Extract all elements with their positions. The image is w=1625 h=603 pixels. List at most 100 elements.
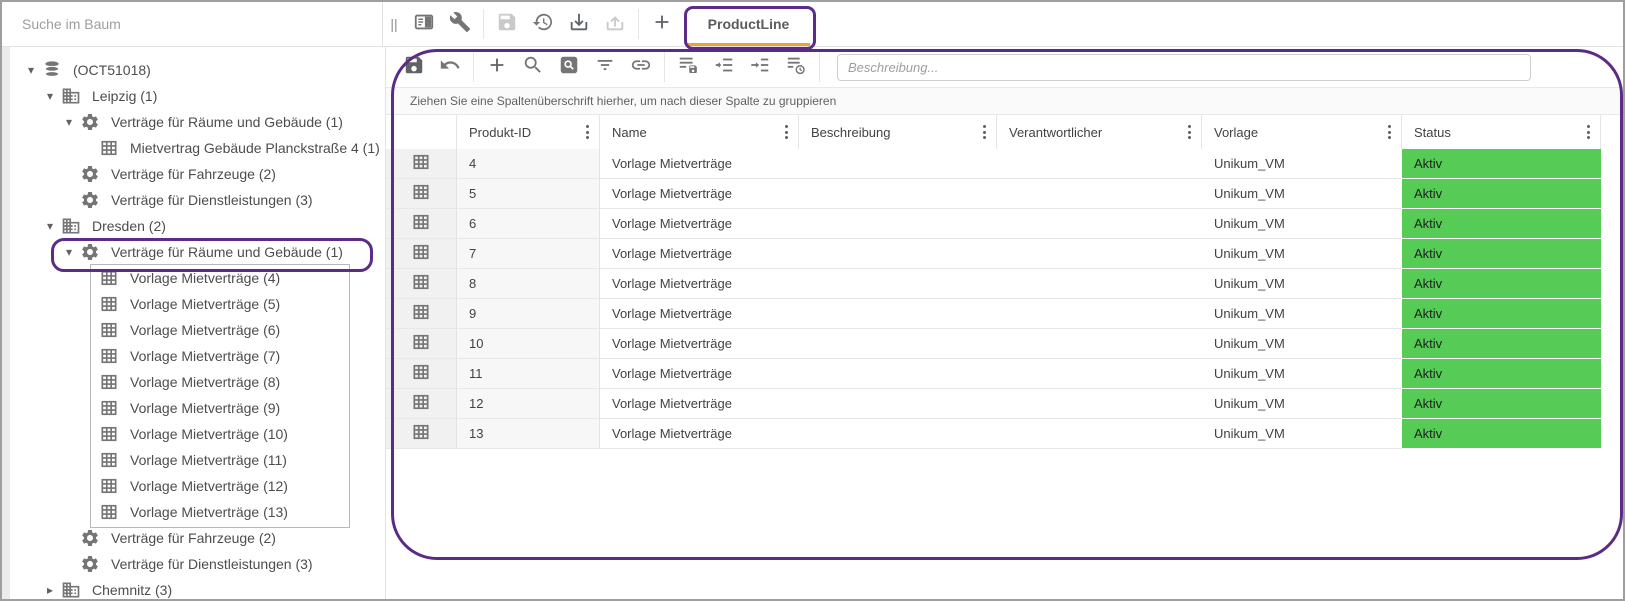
gear-icon: [80, 190, 100, 210]
layout-save-button[interactable]: [670, 49, 706, 85]
tree-node-label: Vorlage Mietverträge (10): [130, 421, 288, 447]
tree-node[interactable]: Verträge für Fahrzeuge (2): [2, 525, 385, 551]
table-row[interactable]: 13Vorlage MietverträgeUnikum_VMAktiv: [386, 419, 1623, 449]
cell-produkt-id: 13: [457, 419, 600, 449]
upload-button[interactable]: [597, 6, 633, 42]
tree-node[interactable]: Vorlage Mietverträge (11): [2, 447, 385, 473]
column-header-label: Name: [612, 125, 647, 140]
tree-search-input[interactable]: [2, 2, 382, 46]
tree-node[interactable]: Vorlage Mietverträge (5): [2, 291, 385, 317]
column-menu-icon[interactable]: [781, 121, 792, 143]
column-header-vorlage[interactable]: Vorlage: [1202, 115, 1402, 149]
column-header-verantwortlicher[interactable]: Verantwortlicher: [997, 115, 1202, 149]
tree-node[interactable]: Vorlage Mietverträge (4): [2, 265, 385, 291]
cell-name: Vorlage Mietverträge: [600, 179, 799, 209]
table-row[interactable]: 5Vorlage MietverträgeUnikum_VMAktiv: [386, 179, 1623, 209]
add-tab-button[interactable]: [644, 6, 680, 42]
toolbar-separator: [664, 52, 665, 82]
tree-node[interactable]: ▾Dresden (2): [2, 213, 385, 239]
form-panel-button[interactable]: [406, 6, 442, 42]
description-filter-input[interactable]: [837, 54, 1531, 81]
column-header-status[interactable]: Status: [1402, 115, 1601, 149]
collapse-columns-button[interactable]: [706, 49, 742, 85]
layout-history-button[interactable]: [778, 49, 814, 85]
save-button[interactable]: [396, 49, 432, 85]
gear-icon: [80, 112, 100, 132]
tree-node[interactable]: Vorlage Mietverträge (10): [2, 421, 385, 447]
undo-button[interactable]: [432, 49, 468, 85]
table-row[interactable]: 9Vorlage MietverträgeUnikum_VMAktiv: [386, 299, 1623, 329]
history-button[interactable]: [525, 6, 561, 42]
table-row[interactable]: 6Vorlage MietverträgeUnikum_VMAktiv: [386, 209, 1623, 239]
save-icon: [403, 54, 425, 81]
splitter-handle[interactable]: ||: [387, 2, 401, 46]
tree-node[interactable]: Mietvertrag Gebäude Planckstraße 4 (1): [2, 135, 385, 161]
wrench-button[interactable]: [442, 6, 478, 42]
cell-name: Vorlage Mietverträge: [600, 389, 799, 419]
group-by-bar[interactable]: Ziehen Sie eine Spaltenüberschrift hierh…: [386, 87, 1623, 115]
group-by-hint: Ziehen Sie eine Spaltenüberschrift hierh…: [410, 94, 836, 108]
tree-node[interactable]: Vorlage Mietverträge (7): [2, 343, 385, 369]
search-button[interactable]: [515, 49, 551, 85]
expand-arrow-icon[interactable]: ▾: [20, 63, 42, 77]
cell-name: Vorlage Mietverträge: [600, 419, 799, 449]
tree-node[interactable]: Vorlage Mietverträge (8): [2, 369, 385, 395]
tree-node-label: (OCT51018): [73, 57, 151, 83]
toolbar-separator: [638, 9, 639, 39]
column-menu-icon[interactable]: [1184, 121, 1195, 143]
building-icon: [61, 216, 81, 236]
tree-node[interactable]: ▾Leipzig (1): [2, 83, 385, 109]
tree-node-label: Vorlage Mietverträge (12): [130, 473, 288, 499]
table-row[interactable]: 7Vorlage MietverträgeUnikum_VMAktiv: [386, 239, 1623, 269]
toolbar-separator: [473, 52, 474, 82]
column-menu-icon[interactable]: [582, 121, 593, 143]
tree-node[interactable]: Vorlage Mietverträge (9): [2, 395, 385, 421]
expand-columns-button[interactable]: [742, 49, 778, 85]
tree-node[interactable]: ▾Verträge für Räume und Gebäude (1): [2, 109, 385, 135]
gear-icon: [80, 554, 100, 574]
table-row[interactable]: 11Vorlage MietverträgeUnikum_VMAktiv: [386, 359, 1623, 389]
column-menu-icon[interactable]: [979, 121, 990, 143]
cell-status: Aktiv: [1402, 179, 1601, 209]
tree-node[interactable]: Verträge für Dienstleistungen (3): [2, 187, 385, 213]
column-header-name[interactable]: Name: [600, 115, 799, 149]
column-menu-icon[interactable]: [1583, 121, 1594, 143]
row-grid-cell: [386, 299, 457, 329]
cell-verantwortlicher: [997, 269, 1202, 299]
tree-search: [2, 2, 382, 46]
tree-node[interactable]: Vorlage Mietverträge (6): [2, 317, 385, 343]
column-menu-icon[interactable]: [1384, 121, 1395, 143]
tree-node[interactable]: Verträge für Dienstleistungen (3): [2, 551, 385, 577]
table-row[interactable]: 4Vorlage MietverträgeUnikum_VMAktiv: [386, 149, 1623, 179]
cell-vorlage: Unikum_VM: [1202, 179, 1402, 209]
table-row[interactable]: 12Vorlage MietverträgeUnikum_VMAktiv: [386, 389, 1623, 419]
expand-arrow-icon[interactable]: ▾: [39, 89, 61, 103]
tree-node[interactable]: Vorlage Mietverträge (13): [2, 499, 385, 525]
tree-node[interactable]: ▾ (OCT51018): [2, 57, 385, 83]
add-row-button[interactable]: [479, 49, 515, 85]
expand-arrow-icon[interactable]: ▾: [58, 245, 80, 259]
tab-productline[interactable]: ProductLine: [685, 2, 812, 46]
layout-save-icon: [677, 54, 699, 81]
gear-icon: [80, 164, 100, 184]
add-row-icon: [486, 54, 508, 81]
column-header-beschreibung[interactable]: Beschreibung: [799, 115, 997, 149]
expand-arrow-icon[interactable]: ▾: [39, 219, 61, 233]
link-button[interactable]: [623, 49, 659, 85]
table-row[interactable]: 10Vorlage MietverträgeUnikum_VMAktiv: [386, 329, 1623, 359]
expand-columns-icon: [749, 54, 771, 81]
expand-arrow-icon[interactable]: ▾: [58, 115, 80, 129]
download-button[interactable]: [561, 6, 597, 42]
search-box-button[interactable]: [551, 49, 587, 85]
expand-arrow-icon[interactable]: ▸: [39, 583, 61, 597]
filter-button[interactable]: [587, 49, 623, 85]
tree-node[interactable]: Verträge für Fahrzeuge (2): [2, 161, 385, 187]
tree-node[interactable]: Vorlage Mietverträge (12): [2, 473, 385, 499]
column-header-produkt-id[interactable]: Produkt-ID: [457, 115, 600, 149]
cell-status: Aktiv: [1402, 149, 1601, 179]
save-button[interactable]: [489, 6, 525, 42]
table-row[interactable]: 8Vorlage MietverträgeUnikum_VMAktiv: [386, 269, 1623, 299]
cell-vorlage: Unikum_VM: [1202, 239, 1402, 269]
tree-node[interactable]: ▸Chemnitz (3): [2, 577, 385, 603]
tree-node[interactable]: ▾Verträge für Räume und Gebäude (1): [2, 239, 385, 265]
